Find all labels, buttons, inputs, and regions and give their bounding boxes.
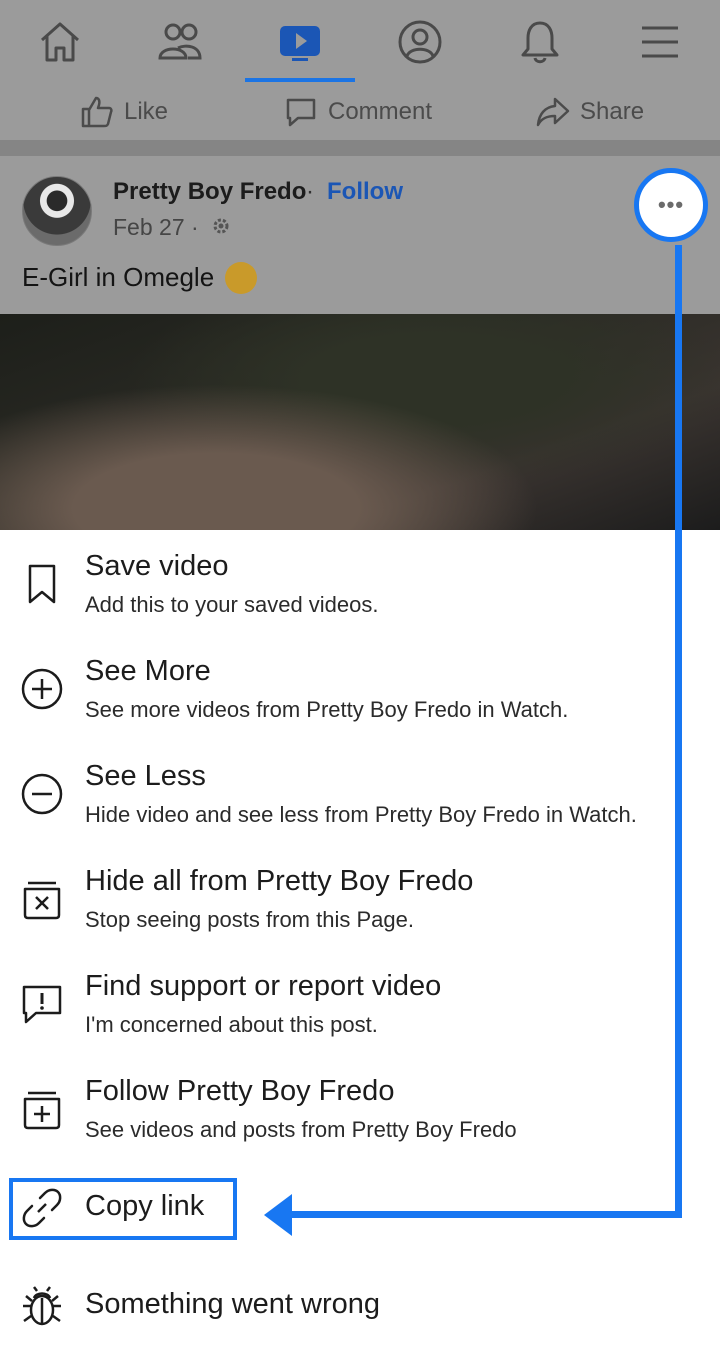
bookmark-icon	[28, 564, 56, 604]
watch-icon[interactable]	[276, 18, 324, 66]
home-icon[interactable]	[36, 18, 84, 66]
guide-line-horizontal	[290, 1211, 682, 1218]
menu-item-subtitle: See videos and posts from Pretty Boy Fre…	[85, 1117, 517, 1142]
menu-item-title: See Less	[85, 760, 206, 792]
gear-icon	[213, 218, 229, 234]
feed-separator	[0, 140, 720, 156]
avatar[interactable]	[22, 176, 92, 246]
post-author[interactable]: Pretty Boy Fredo	[113, 178, 306, 206]
friends-icon[interactable]	[156, 18, 204, 66]
menu-item-follow[interactable]: Follow Pretty Boy Fredo See videos and p…	[0, 1075, 680, 1165]
menu-item-subtitle: I'm concerned about this post.	[85, 1012, 378, 1037]
active-tab-indicator	[245, 78, 355, 82]
post-action-row: Like Comment Share	[0, 84, 720, 140]
profile-icon[interactable]	[396, 18, 444, 66]
menu-item-subtitle: Hide video and see less from Pretty Boy …	[85, 802, 637, 827]
minus-circle-icon	[21, 773, 63, 815]
arrow-left-icon	[264, 1194, 292, 1236]
menu-item-subtitle: Stop seeing posts from this Page.	[85, 907, 414, 932]
plus-circle-icon	[21, 668, 63, 710]
menu-item-title: Find support or report video	[85, 970, 442, 1002]
more-dots-icon: •••	[657, 192, 685, 217]
top-navigation	[0, 0, 720, 85]
like-label: Like	[124, 98, 169, 125]
hide-all-icon	[23, 881, 61, 920]
video-thumbnail[interactable]	[0, 314, 720, 530]
post-caption: E-Girl in Omegle	[22, 262, 215, 292]
menu-item-report[interactable]: Find support or report video I'm concern…	[0, 970, 680, 1060]
bug-icon	[23, 1286, 61, 1326]
follow-link[interactable]: Follow	[327, 178, 403, 206]
more-options-button[interactable]: •••	[634, 168, 708, 242]
menu-item-subtitle: See more videos from Pretty Boy Fredo in…	[85, 697, 569, 722]
thumbs-up-icon	[81, 96, 113, 128]
menu-item-save-video[interactable]: Save video Add this to your saved videos…	[0, 550, 680, 640]
share-icon	[536, 97, 570, 127]
menu-item-something-went-wrong[interactable]: Something went wrong	[0, 1284, 680, 1328]
menu-item-subtitle: Add this to your saved videos.	[85, 592, 379, 617]
menu-item-title: See More	[85, 655, 211, 687]
share-label: Share	[580, 98, 645, 125]
menu-icon[interactable]	[636, 18, 684, 66]
menu-item-title: Follow Pretty Boy Fredo	[85, 1075, 395, 1107]
follow-icon	[23, 1091, 61, 1130]
report-icon	[22, 985, 62, 1024]
copy-link-highlight	[9, 1178, 237, 1240]
menu-item-title: Something went wrong	[85, 1288, 380, 1320]
menu-item-title: Save video	[85, 550, 229, 582]
menu-item-title: Hide all from Pretty Boy Fredo	[85, 865, 474, 897]
menu-item-see-more[interactable]: See More See more videos from Pretty Boy…	[0, 655, 680, 745]
menu-item-see-less[interactable]: See Less Hide video and see less from Pr…	[0, 760, 680, 850]
comment-button[interactable]: Comment	[284, 84, 432, 140]
like-button[interactable]: Like	[80, 84, 168, 140]
author-separator: ·	[306, 178, 314, 205]
post-date[interactable]: Feb 27 ·	[113, 214, 199, 241]
comment-label: Comment	[328, 98, 433, 125]
share-button[interactable]: Share	[536, 84, 644, 140]
comment-icon	[286, 98, 316, 127]
notifications-icon[interactable]	[516, 18, 564, 66]
laughing-emoji-icon	[225, 262, 257, 294]
menu-item-hide-all[interactable]: Hide all from Pretty Boy Fredo Stop seei…	[0, 865, 680, 955]
guide-line-vertical	[675, 245, 682, 1218]
